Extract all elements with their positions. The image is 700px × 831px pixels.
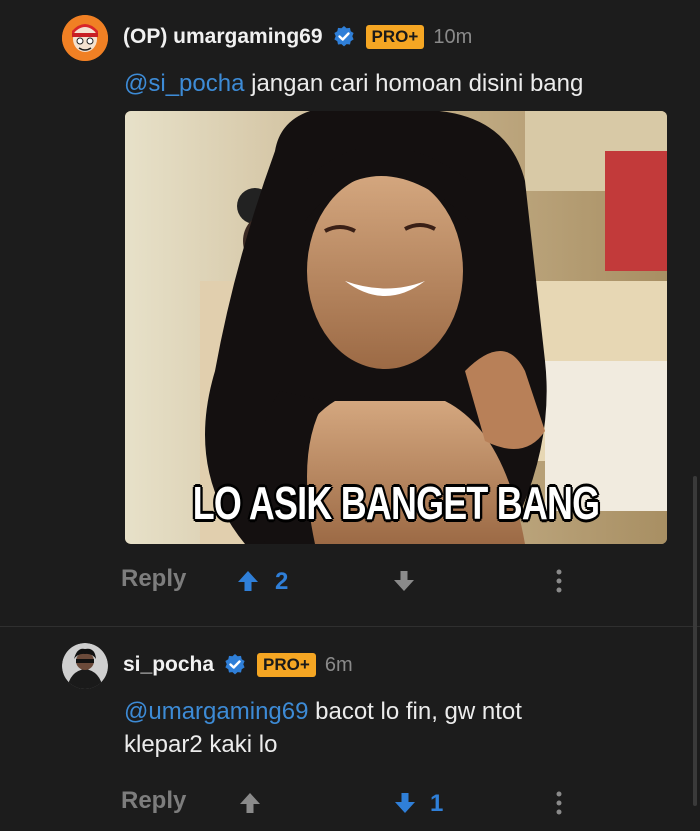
vote-count: 1	[430, 790, 444, 817]
comment-actions: Reply 1	[0, 783, 700, 823]
comment-header: si_pocha PRO+ 6m	[123, 653, 353, 677]
verified-icon	[225, 654, 245, 675]
comment-header: (OP) umargaming69 PRO+ 10m	[123, 25, 472, 49]
username[interactable]: (OP) umargaming69	[123, 25, 323, 49]
downvote-arrow-icon[interactable]	[393, 791, 417, 815]
meme-caption: LO ASIK BANGET BANG	[192, 477, 600, 529]
avatar-illustration-icon	[62, 15, 108, 61]
upvote-arrow-icon[interactable]	[236, 569, 260, 593]
username[interactable]: si_pocha	[123, 653, 214, 677]
timestamp: 10m	[433, 25, 473, 48]
comment-divider	[0, 626, 700, 627]
pro-badge: PRO+	[365, 25, 425, 49]
scrollbar[interactable]	[693, 476, 697, 806]
mention-link[interactable]: @si_pocha	[124, 70, 244, 97]
downvote-arrow-icon[interactable]	[392, 569, 416, 593]
comment-body: jangan cari homoan disini bang	[244, 70, 584, 97]
verified-icon	[333, 26, 354, 47]
reply-button[interactable]: Reply	[121, 565, 186, 593]
comment-1: (OP) umargaming69 PRO+ 10m @si_pocha jan…	[0, 0, 700, 627]
avatar-op[interactable]	[62, 15, 108, 61]
upvote-arrow-icon[interactable]	[238, 791, 262, 815]
mention-link[interactable]: @umargaming69	[124, 698, 308, 725]
comment-text: @umargaming69 bacot lo fin, gw ntot klep…	[124, 695, 594, 761]
avatar-si-pocha[interactable]	[62, 643, 108, 689]
comment-2: si_pocha PRO+ 6m @umargaming69 bacot lo …	[0, 628, 700, 831]
avatar-photo-icon	[62, 643, 108, 689]
pro-badge: PRO+	[257, 653, 316, 677]
more-options-icon[interactable]	[552, 568, 566, 594]
comment-actions: Reply 2	[0, 561, 700, 601]
more-options-icon[interactable]	[552, 790, 566, 816]
comment-text: @si_pocha jangan cari homoan disini bang	[124, 67, 583, 100]
meme-image[interactable]: LO ASIK BANGET BANG	[125, 111, 667, 544]
vote-count: 2	[275, 568, 289, 595]
reply-button[interactable]: Reply	[121, 787, 186, 815]
timestamp: 6m	[324, 653, 353, 676]
